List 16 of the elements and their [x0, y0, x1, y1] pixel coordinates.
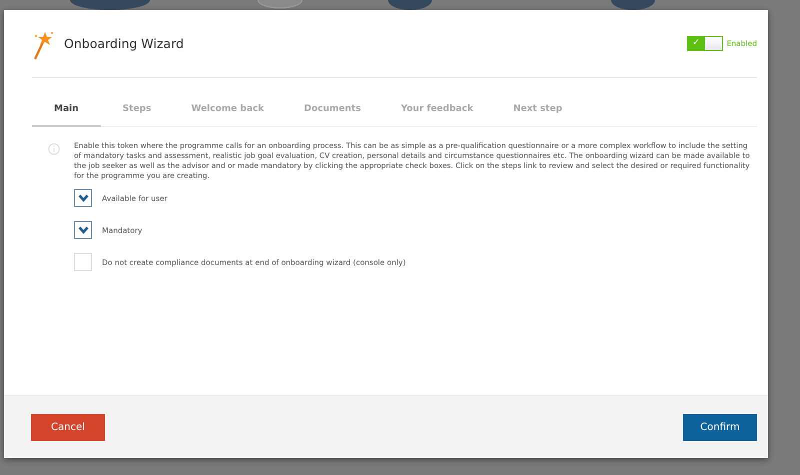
tab[interactable]: Documents	[286, 104, 379, 127]
info-icon	[48, 143, 60, 155]
confirm-button[interactable]: Confirm	[683, 414, 757, 440]
checkmark-icon	[78, 194, 88, 202]
tab[interactable]: Your feedback	[382, 104, 492, 127]
cancel-button[interactable]: Cancel	[31, 414, 105, 440]
dialog-title: Onboarding Wizard	[64, 36, 184, 51]
magic-wand-icon	[32, 30, 54, 60]
enabled-toggle[interactable]: ✓	[686, 36, 723, 51]
checkbox[interactable]	[74, 221, 92, 239]
tab[interactable]: Next step	[495, 104, 580, 127]
tab[interactable]: Steps	[104, 104, 170, 127]
tab[interactable]: Welcome back	[173, 104, 282, 127]
tab[interactable]: Main	[32, 104, 101, 127]
checkmark-icon	[78, 226, 88, 234]
checkbox[interactable]	[74, 189, 92, 207]
